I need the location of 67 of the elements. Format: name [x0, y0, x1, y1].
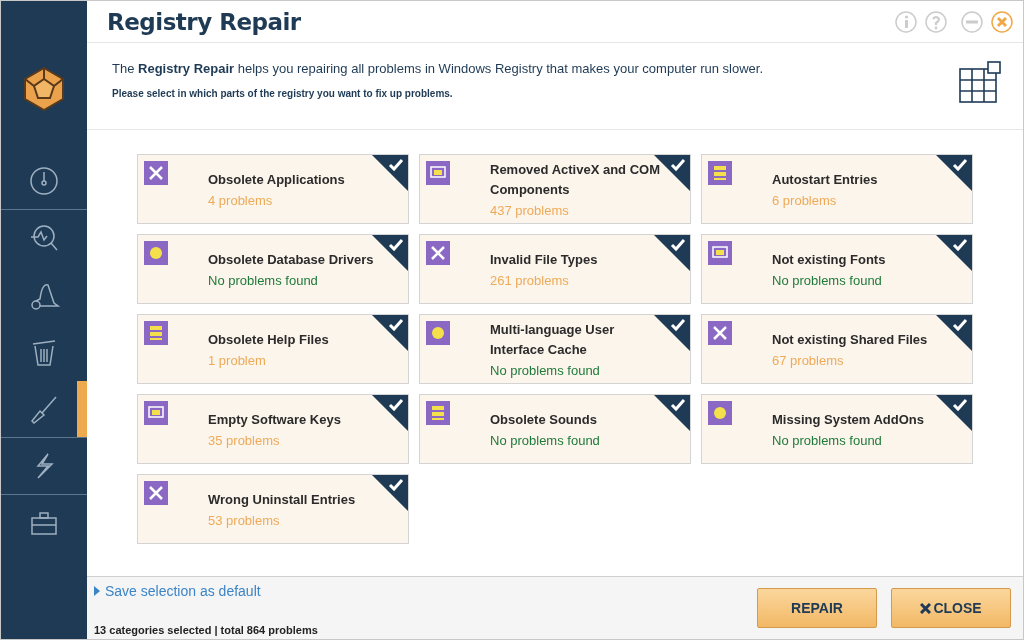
circle-tile-icon: [144, 321, 168, 345]
category-title: Not existing Fonts: [772, 251, 886, 269]
description-text: The Registry Repair helps you repairing all problems in Windows Registry that makes your computer run slower.: [112, 61, 763, 76]
instruction-text: Please select in which parts of the registry you want to fix up problems.: [112, 88, 454, 99]
problem-count: 261 problems: [490, 273, 570, 288]
checkmark-icon[interactable]: [372, 235, 408, 271]
category-card[interactable]: Obsolete Database Drivers No problems found: [137, 234, 409, 304]
problem-count: No problems found: [490, 433, 600, 448]
notes-tile-icon: [708, 161, 732, 185]
repair-button[interactable]: REPAIR: [757, 588, 877, 628]
checkmark-icon[interactable]: [372, 315, 408, 351]
category-card[interactable]: Missing System AddOns No problems found: [701, 394, 973, 464]
category-title: Missing System AddOns: [772, 411, 924, 429]
selection-summary: 13 categories selected | total 864 problems: [94, 624, 318, 636]
checkmark-icon[interactable]: [372, 155, 408, 191]
category-title: Obsolete Database Drivers: [208, 251, 374, 269]
problem-count: 6 problems: [772, 193, 838, 208]
checkmark-icon[interactable]: [936, 315, 972, 351]
category-title: Autostart Entries: [772, 171, 878, 189]
category-title: Obsolete Help Files: [208, 331, 329, 349]
category-title: Invalid File Types: [490, 251, 598, 269]
category-card[interactable]: Obsolete Applications 4 problems: [137, 154, 409, 224]
category-card[interactable]: Not existing Shared Files 67 problems: [701, 314, 973, 384]
problem-count: No problems found: [772, 273, 883, 288]
category-card[interactable]: Not existing Fonts No problems found: [701, 234, 973, 304]
category-card[interactable]: Wrong Uninstall Entries 53 problems: [137, 474, 409, 544]
category-title: Multi-language User Interface Cache: [490, 321, 616, 359]
category-title: Obsolete Applications: [208, 171, 345, 189]
sidebar-item[interactable]: [1, 381, 87, 438]
checkmark-icon[interactable]: [654, 315, 690, 351]
save-default-link[interactable]: Save selection as default: [94, 583, 318, 599]
category-title: Obsolete Sounds: [490, 411, 598, 429]
category-card[interactable]: Invalid File Types 261 problems: [419, 234, 691, 304]
checkmark-icon[interactable]: [654, 235, 690, 271]
problem-count: No problems found: [208, 273, 319, 288]
category-card[interactable]: Autostart Entries 6 problems: [701, 154, 973, 224]
problem-count: No problems found: [490, 363, 601, 378]
checkmark-icon[interactable]: [936, 395, 972, 431]
checkmark-icon[interactable]: [654, 395, 690, 431]
problem-count: 4 problems: [208, 193, 274, 208]
problem-count: 1 problem: [208, 353, 267, 368]
category-card[interactable]: Multi-language User Interface Cache No problems found: [419, 314, 691, 384]
category-card[interactable]: Removed ActiveX and COM Components 437 problems: [419, 154, 691, 224]
checkmark-icon[interactable]: [936, 155, 972, 191]
category-title: Removed ActiveX and COM Components: [490, 161, 660, 199]
problem-count: 53 problems: [208, 513, 281, 528]
gauge-icon: [28, 165, 60, 197]
problem-count: 437 problems: [490, 203, 570, 218]
x-icon: [920, 602, 932, 614]
monitor-tile-icon: [426, 161, 450, 185]
close-button[interactable]: CLOSE: [891, 588, 1011, 628]
grid-icon: [959, 61, 1001, 103]
checkmark-icon[interactable]: [372, 395, 408, 431]
category-card[interactable]: Obsolete Sounds No problems found: [419, 394, 691, 464]
checkmark-icon[interactable]: [372, 475, 408, 511]
category-title: Not existing Shared Files: [772, 331, 928, 349]
cross-tile-icon: [144, 161, 168, 185]
problem-count: 35 problems: [208, 433, 281, 448]
category-card[interactable]: Empty Software Keys 35 problems: [137, 394, 409, 464]
window-title: Registry Repair: [107, 8, 301, 35]
problem-count: No problems found: [772, 433, 883, 448]
checkmark-icon[interactable]: [936, 235, 972, 271]
category-card[interactable]: Obsolete Help Files 1 problem: [137, 314, 409, 384]
category-title: Wrong Uninstall Entries: [208, 491, 356, 509]
problem-count: 67 problems: [772, 353, 845, 368]
caret-icon: [94, 586, 100, 596]
category-title: Empty Software Keys: [208, 411, 341, 429]
